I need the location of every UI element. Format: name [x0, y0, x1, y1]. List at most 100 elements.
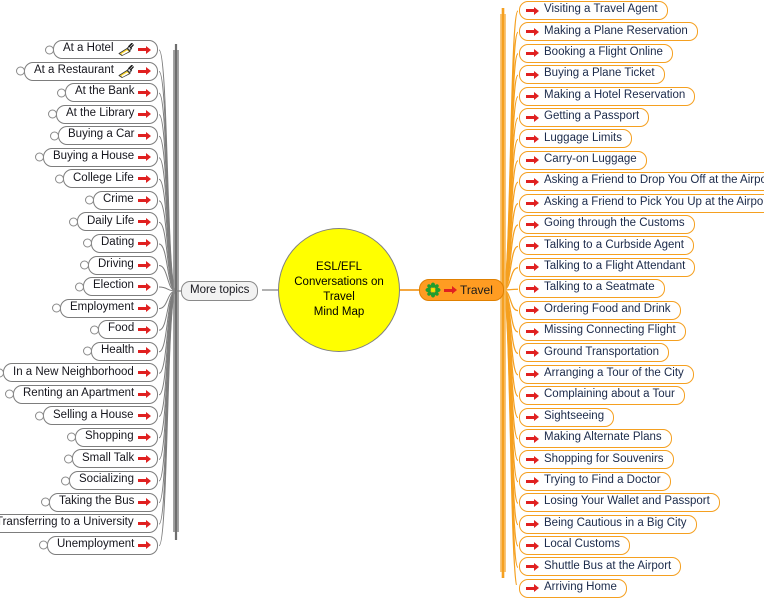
collapse-handle-icon[interactable] [83, 346, 92, 356]
more-topics-subtopic[interactable]: Daily Life [69, 212, 159, 232]
collapse-handle-icon[interactable] [5, 389, 14, 399]
travel-subtopic[interactable]: Talking to a Seatmate [519, 279, 665, 299]
more-topics-subtopic[interactable]: Employment [52, 298, 158, 318]
collapse-handle-icon[interactable] [45, 45, 54, 54]
collapse-handle-icon[interactable] [55, 174, 64, 184]
collapse-handle-icon[interactable] [39, 540, 48, 550]
collapse-handle-icon[interactable] [80, 260, 89, 270]
travel-subtopic[interactable]: Asking a Friend to Pick You Up at the Ai… [519, 193, 764, 213]
branch-travel[interactable]: Travel [419, 279, 504, 301]
travel-subtopic[interactable]: Going through the Customs [519, 215, 695, 234]
collapse-handle-icon[interactable] [35, 411, 44, 421]
collapse-handle-icon[interactable] [41, 497, 50, 507]
red-arrow-icon [138, 454, 152, 463]
collapse-handle-icon[interactable] [57, 88, 66, 98]
travel-subtopic[interactable]: Complaining about a Tour [519, 386, 685, 406]
travel-subtopic[interactable]: Making Alternate Plans [519, 429, 672, 448]
travel-subtopic-label: Booking a Flight Online [544, 46, 663, 59]
travel-subtopic[interactable]: Buying a Plane Ticket [519, 65, 665, 85]
note-pen-icon[interactable] [118, 64, 134, 78]
more-topics-subtopic[interactable]: College Life [55, 169, 158, 189]
more-topics-subtopic[interactable]: At the Library [48, 104, 159, 124]
travel-subtopic[interactable]: Making a Plane Reservation [519, 22, 698, 42]
more-topics-subtopic[interactable]: At a Restaurant [16, 61, 158, 81]
branch-more-topics[interactable]: More topics [181, 281, 259, 301]
collapse-handle-icon[interactable] [67, 432, 76, 442]
travel-subtopic-label: Asking a Friend to Pick You Up at the Ai… [544, 195, 764, 208]
red-arrow-icon [138, 347, 152, 356]
travel-subtopic[interactable]: Ordering Food and Drink [519, 300, 681, 320]
travel-subtopic[interactable]: Visiting a Travel Agent [519, 1, 668, 20]
travel-subtopic[interactable]: Shuttle Bus at the Airport [519, 557, 682, 577]
travel-subtopic[interactable]: Booking a Flight Online [519, 43, 673, 63]
travel-subtopic[interactable]: Shopping for Souvenirs [519, 450, 674, 470]
travel-subtopic-label: Missing Connecting Flight [544, 324, 676, 337]
more-topics-subtopic[interactable]: Buying a House [35, 147, 159, 167]
more-topics-subtopic-label: At a Restaurant [34, 63, 114, 76]
travel-subtopic[interactable]: Arriving Home [519, 578, 627, 598]
more-topics-subtopic[interactable]: Dating [83, 233, 159, 253]
red-arrow-icon [138, 217, 152, 226]
travel-subtopic-label: Getting a Passport [544, 110, 640, 123]
travel-subtopic[interactable]: Trying to Find a Doctor [519, 471, 671, 491]
collapse-handle-icon[interactable] [83, 238, 92, 248]
collapse-handle-icon[interactable] [50, 131, 59, 141]
more-topics-subtopic[interactable]: At a Hotel [45, 40, 158, 59]
travel-subtopic[interactable]: Making a Hotel Reservation [519, 86, 696, 106]
more-topics-subtopic[interactable]: Transferring to a University [0, 514, 158, 534]
more-topics-subtopic[interactable]: Unemployment [39, 535, 159, 555]
collapse-handle-icon[interactable] [35, 152, 44, 162]
travel-subtopic[interactable]: Ground Transportation [519, 343, 670, 363]
collapse-handle-icon[interactable] [61, 476, 70, 485]
collapse-handle-icon[interactable] [90, 325, 99, 335]
more-topics-subtopic[interactable]: Health [83, 341, 159, 361]
more-topics-subtopic[interactable]: In a New Neighborhood [0, 363, 158, 383]
red-arrow-icon [138, 88, 152, 97]
travel-subtopic[interactable]: Sightseeing [519, 407, 615, 427]
travel-subtopic[interactable]: Asking a Friend to Drop You Off at the A… [519, 172, 764, 192]
travel-subtopic[interactable]: Arranging a Tour of the City [519, 364, 694, 384]
more-topics-subtopic[interactable]: Buying a Car [50, 126, 159, 146]
more-topics-subtopic-label: At the Library [66, 106, 135, 119]
more-topics-subtopic-label: Unemployment [57, 537, 135, 550]
travel-subtopic[interactable]: Carry-on Luggage [519, 150, 647, 170]
travel-subtopic[interactable]: Local Customs [519, 536, 631, 555]
more-topics-subtopic[interactable]: At the Bank [57, 83, 159, 103]
more-topics-subtopic[interactable]: Renting an Apartment [5, 384, 159, 404]
more-topics-subtopic[interactable]: Election [75, 277, 158, 297]
travel-subtopic[interactable]: Talking to a Flight Attendant [519, 257, 696, 277]
travel-subtopic-label: Talking to a Flight Attendant [544, 260, 686, 273]
red-arrow-icon [138, 131, 152, 140]
red-arrow-icon [138, 325, 152, 334]
more-topics-subtopic[interactable]: Taking the Bus [41, 492, 159, 512]
central-topic[interactable]: ESL/EFL Conversations on Travel Mind Map [278, 228, 400, 352]
travel-subtopic[interactable]: Luggage Limits [519, 129, 632, 149]
red-arrow-icon [137, 433, 151, 442]
collapse-handle-icon[interactable] [48, 109, 57, 119]
collapse-handle-icon[interactable] [75, 282, 84, 292]
travel-subtopic[interactable]: Losing Your Wallet and Passport [519, 493, 720, 513]
collapse-handle-icon[interactable] [69, 217, 78, 227]
travel-subtopic[interactable]: Being Cautious in a Big City [519, 514, 697, 534]
more-topics-subtopic[interactable]: Driving [80, 255, 158, 275]
more-topics-subtopic[interactable]: Shopping [67, 427, 158, 447]
more-topics-subtopic[interactable]: Selling a House [35, 406, 158, 426]
travel-subtopic[interactable]: Talking to a Curbside Agent [519, 236, 695, 256]
collapse-handle-icon[interactable] [16, 66, 25, 76]
note-pen-icon[interactable] [118, 42, 134, 56]
travel-subtopic-label: Local Customs [544, 538, 621, 551]
more-topics-subtopic[interactable]: Crime [85, 190, 158, 210]
collapse-handle-icon[interactable] [0, 368, 4, 378]
more-topics-subtopic[interactable]: Small Talk [64, 449, 159, 469]
travel-subtopic[interactable]: Getting a Passport [519, 108, 650, 127]
travel-subtopic-label: Arranging a Tour of the City [544, 367, 684, 380]
collapse-handle-icon[interactable] [52, 303, 61, 313]
collapse-handle-icon[interactable] [64, 454, 73, 464]
collapse-handle-icon[interactable] [85, 195, 94, 205]
more-topics-subtopic-label: Health [101, 343, 135, 356]
travel-subtopic[interactable]: Missing Connecting Flight [519, 322, 686, 341]
more-topics-subtopic-label: In a New Neighborhood [13, 365, 134, 378]
more-topics-subtopic[interactable]: Socializing [61, 471, 158, 490]
more-topics-subtopic[interactable]: Food [90, 320, 159, 340]
red-arrow-icon [137, 67, 151, 76]
